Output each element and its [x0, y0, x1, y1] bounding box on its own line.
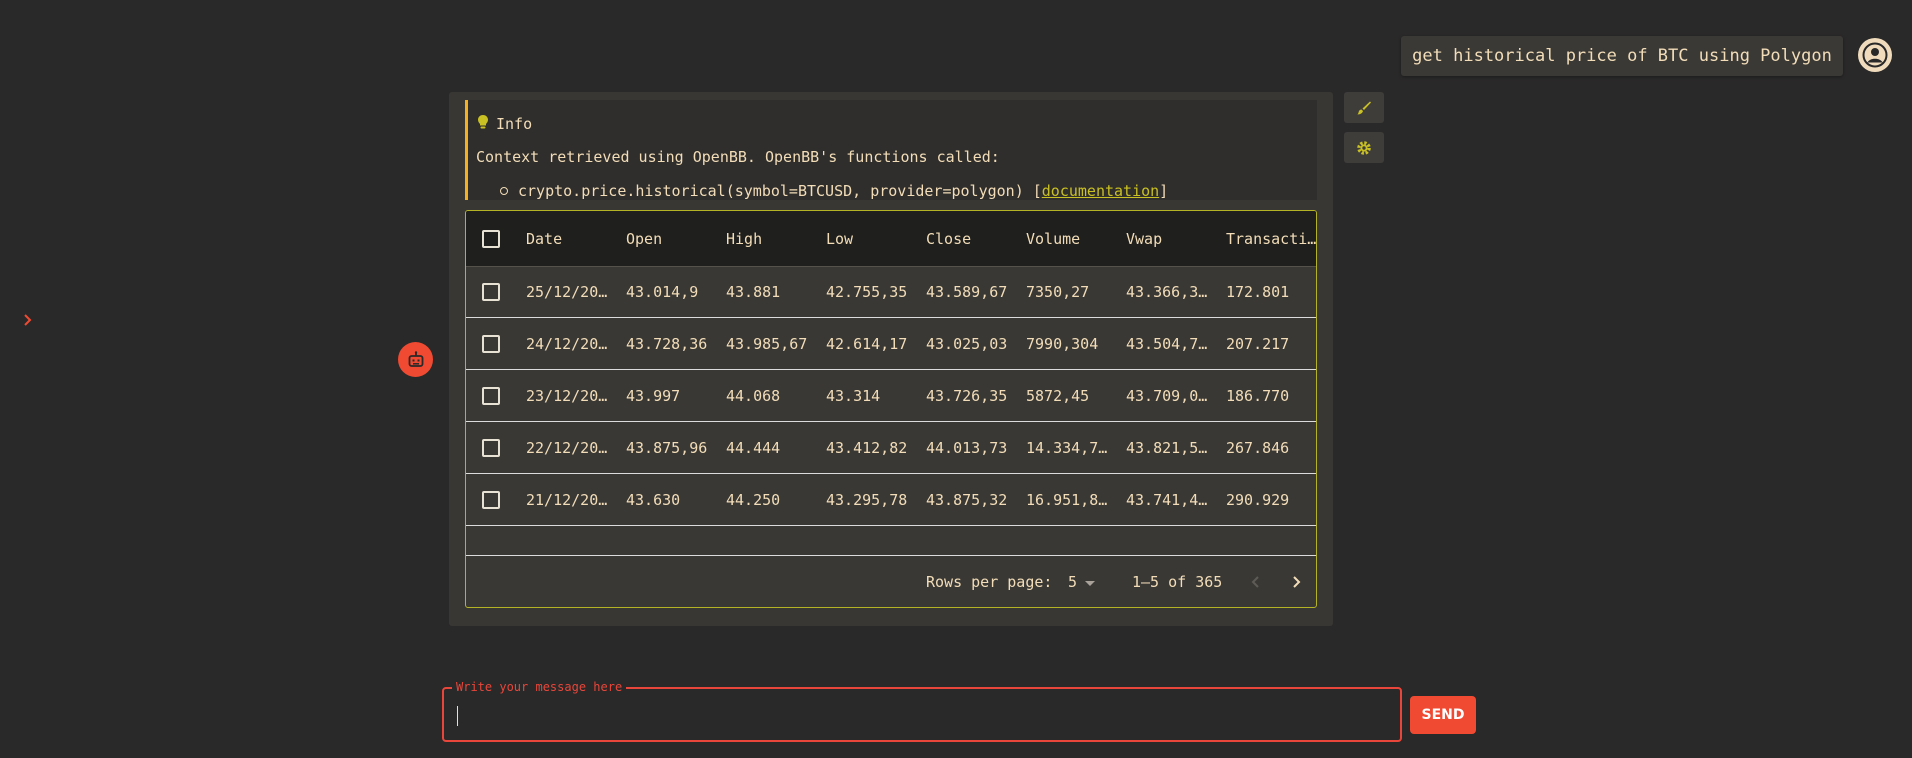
row-checkbox[interactable] — [482, 439, 500, 457]
column-header-open[interactable]: Open — [626, 211, 716, 266]
column-header-vwap[interactable]: Vwap — [1126, 211, 1216, 266]
table-cell: 43.985,67 — [726, 334, 808, 353]
select-all-checkbox[interactable] — [482, 230, 500, 248]
table-cell: 16.951,8… — [1026, 490, 1108, 509]
table-cell: 25/12/20… — [526, 282, 608, 301]
data-table: Date Open High Low Close Volume Vwap Tra… — [465, 210, 1317, 608]
bot-message-card: Info Context retrieved using OpenBB. Ope… — [449, 92, 1333, 626]
table-cell: 43.728,36 — [626, 334, 708, 353]
table-row: 24/12/20… 43.728,36 43.985,67 42.614,17 … — [466, 318, 1316, 370]
table-cell: 43.025,03 — [926, 334, 1008, 353]
table-cell: 44.068 — [726, 386, 781, 405]
table-cell: 43.821,5… — [1126, 438, 1208, 457]
table-cell: 43.997 — [626, 386, 681, 405]
chevron-right-icon[interactable] — [20, 310, 36, 330]
table-cell: 207.217 — [1226, 334, 1290, 353]
text-caret — [457, 706, 458, 726]
user-message-bubble: get historical price of BTC using Polygo… — [1401, 36, 1843, 76]
table-cell: 43.741,4… — [1126, 490, 1208, 509]
gear-icon[interactable] — [1344, 132, 1384, 163]
info-title: Info — [477, 114, 532, 134]
info-title-text: Info — [496, 115, 533, 133]
rows-per-page-label: Rows per page: — [926, 573, 1053, 591]
table-cell: 24/12/20… — [526, 334, 608, 353]
chevron-left-icon[interactable] — [1251, 556, 1261, 607]
documentation-link[interactable]: documentation — [1042, 182, 1159, 200]
table-cell: 44.250 — [726, 490, 781, 509]
table-cell: 43.295,78 — [826, 490, 908, 509]
table-cell: 43.589,67 — [926, 282, 1008, 301]
table-cell: 21/12/20… — [526, 490, 608, 509]
message-input-label: Write your message here — [452, 680, 627, 694]
table-row: 21/12/20… 43.630 44.250 43.295,78 43.875… — [466, 474, 1316, 526]
table-cell: 5872,45 — [1026, 386, 1090, 405]
table-row: 22/12/20… 43.875,96 44.444 43.412,82 44.… — [466, 422, 1316, 474]
table-cell: 42.614,17 — [826, 334, 908, 353]
column-header-date[interactable]: Date — [526, 211, 616, 266]
table-cell: 290.929 — [1226, 490, 1290, 509]
table-cell: 43.726,35 — [926, 386, 1008, 405]
table-cell: 22/12/20… — [526, 438, 608, 457]
table-cell: 43.881 — [726, 282, 781, 301]
brush-icon[interactable] — [1344, 92, 1384, 123]
table-cell: 44.444 — [726, 438, 781, 457]
function-call-text: crypto.price.historical(symbol=BTCUSD, p… — [518, 182, 1024, 200]
table-cell: 43.875,96 — [626, 438, 708, 457]
table-filler-row — [466, 526, 1316, 556]
table-cell: 43.412,82 — [826, 438, 908, 457]
chevron-right-icon[interactable] — [1291, 556, 1301, 607]
user-avatar-icon — [1858, 38, 1892, 72]
bullet-icon — [500, 187, 508, 195]
row-checkbox[interactable] — [482, 491, 500, 509]
robot-icon — [398, 342, 433, 377]
bracket-open: [ — [1032, 182, 1042, 200]
lightbulb-icon — [477, 114, 489, 134]
table-cell: 172.801 — [1226, 282, 1290, 301]
table-cell: 7990,304 — [1026, 334, 1099, 353]
row-checkbox[interactable] — [482, 335, 500, 353]
caret-down-icon — [1085, 573, 1096, 591]
table-cell: 43.504,7… — [1126, 334, 1208, 353]
column-header-low[interactable]: Low — [826, 211, 916, 266]
table-row: 25/12/20… 43.014,9 43.881 42.755,35 43.5… — [466, 266, 1316, 318]
column-header-transactions[interactable]: Transacti… — [1226, 211, 1316, 266]
table-cell: 43.709,0… — [1126, 386, 1208, 405]
column-header-close[interactable]: Close — [926, 211, 1016, 266]
row-checkbox[interactable] — [482, 283, 500, 301]
table-row: 23/12/20… 43.997 44.068 43.314 43.726,35… — [466, 370, 1316, 422]
rows-per-page-value: 5 — [1068, 573, 1078, 591]
pagination-range: 1–5 of 365 — [1132, 573, 1223, 591]
rows-per-page-select[interactable]: 5 — [1068, 556, 1096, 607]
table-cell: 43.630 — [626, 490, 681, 509]
info-text: Context retrieved using OpenBB. OpenBB's… — [476, 148, 1000, 166]
info-callout: Info Context retrieved using OpenBB. Ope… — [465, 100, 1317, 200]
table-cell: 14.334,7… — [1026, 438, 1108, 457]
user-message-text: get historical price of BTC using Polygo… — [1412, 46, 1832, 66]
column-header-volume[interactable]: Volume — [1026, 211, 1116, 266]
message-input[interactable] — [456, 699, 1390, 731]
table-cell: 267.846 — [1226, 438, 1290, 457]
message-input-container: Write your message here — [442, 680, 1402, 742]
function-list-item: crypto.price.historical(symbol=BTCUSD, p… — [500, 182, 1168, 200]
row-checkbox[interactable] — [482, 387, 500, 405]
table-cell: 43.314 — [826, 386, 881, 405]
bracket-close: ] — [1159, 182, 1169, 200]
table-cell: 7350,27 — [1026, 282, 1090, 301]
table-cell: 23/12/20… — [526, 386, 608, 405]
table-header-row: Date Open High Low Close Volume Vwap Tra… — [466, 211, 1316, 267]
table-cell: 186.770 — [1226, 386, 1290, 405]
table-cell: 42.755,35 — [826, 282, 908, 301]
table-cell: 43.875,32 — [926, 490, 1008, 509]
table-pagination: Rows per page: 5 1–5 of 365 — [466, 556, 1316, 607]
table-cell: 43.014,9 — [626, 282, 699, 301]
send-button[interactable]: SEND — [1410, 696, 1476, 734]
table-cell: 43.366,3… — [1126, 282, 1208, 301]
column-header-high[interactable]: High — [726, 211, 816, 266]
table-cell: 44.013,73 — [926, 438, 1008, 457]
